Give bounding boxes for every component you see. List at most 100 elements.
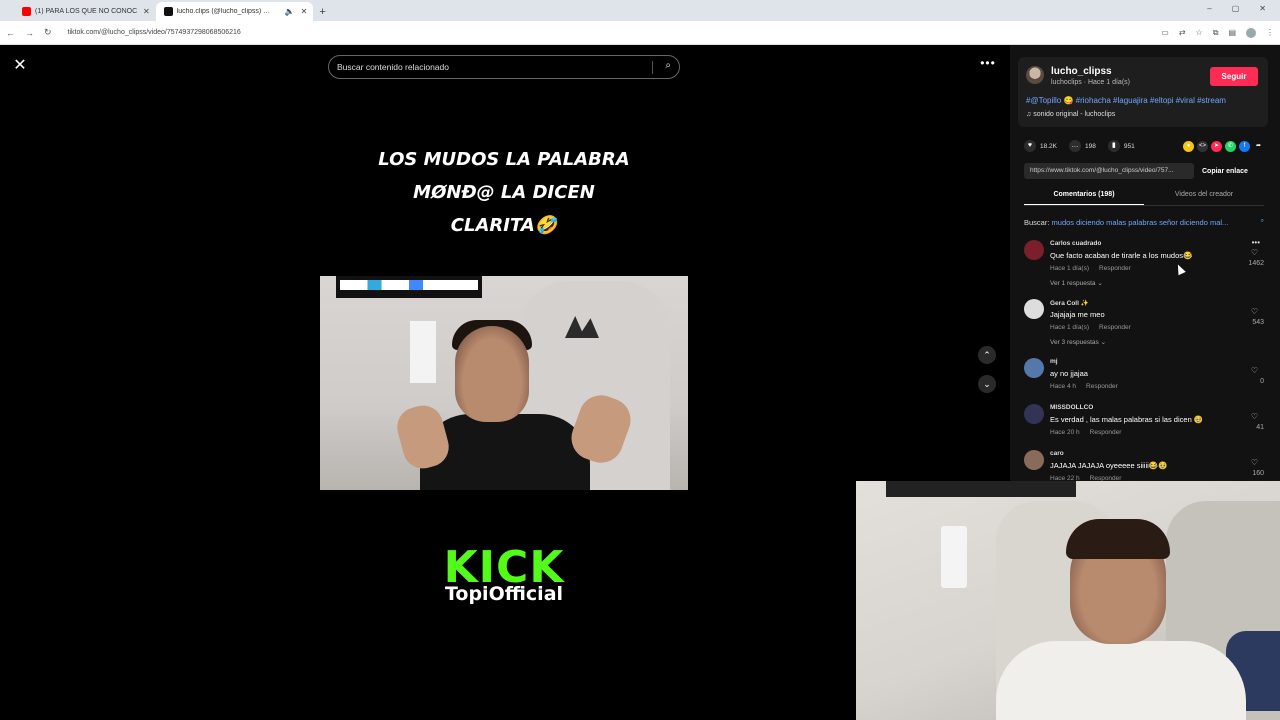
reply-button[interactable]: Responder <box>1099 265 1131 272</box>
window-controls: – ▢ ✕ <box>1193 0 1280 17</box>
video-player[interactable]: Buscar contenido relacionado ⌕ LOS MUDOS… <box>320 45 688 720</box>
comment-item: Gera Coll ✨ Jajajaja me meo Hace 1 día(s… <box>1024 299 1264 358</box>
comment-meta: Hace 1 día(s) Responder <box>1050 265 1131 272</box>
audio-icon[interactable]: 🔈 <box>285 7 295 16</box>
creator-username[interactable]: lucho_clipss <box>1051 66 1112 77</box>
comment-text: JAJAJA JAJAJA oyeeeee siiiii😂🥹 <box>1050 461 1168 470</box>
comment-time: Hace 20 h <box>1050 429 1080 436</box>
close-icon[interactable]: ✕ <box>10 56 30 76</box>
search-divider <box>652 61 653 74</box>
kick-username: TopiOfficial <box>444 583 564 605</box>
tab-tiktok[interactable]: lucho.clips (@lucho_clipss) … 🔈 ✕ <box>155 2 314 21</box>
person-head <box>455 326 529 422</box>
menu-icon[interactable]: ⋮ <box>1266 28 1274 38</box>
comment-author[interactable]: mj <box>1050 358 1058 365</box>
next-video-button[interactable]: ⌄ <box>978 375 996 393</box>
view-replies-button[interactable]: Ver 3 respuestas ⌄ <box>1050 338 1106 346</box>
comment-icon: … <box>1069 140 1081 152</box>
caption-line: CLARITA🤣 <box>450 215 558 236</box>
copy-link-button[interactable]: Copiar enlace <box>1202 168 1248 175</box>
kick-watermark: KICK TopiOfficial <box>320 545 688 606</box>
forward-icon[interactable]: → <box>25 28 34 38</box>
more-options-icon[interactable]: ••• <box>1252 238 1260 247</box>
avatar[interactable] <box>1024 450 1044 470</box>
follow-button[interactable]: Seguir <box>1210 67 1258 86</box>
tab-youtube[interactable]: (1) PARA LOS QUE NO CONOCE ✕ <box>14 2 156 21</box>
extensions-icon[interactable]: ⧉ <box>1213 28 1219 38</box>
post-hashtags[interactable]: #@Topillo 😋 #riohacha #laguajira #eltopi… <box>1026 96 1226 105</box>
minimize-icon[interactable]: – <box>1207 4 1211 13</box>
avatar[interactable] <box>1026 66 1044 84</box>
translate-icon[interactable]: ⇄ <box>1179 28 1186 38</box>
share-arrow-icon[interactable]: ➦ <box>1253 141 1264 152</box>
engagement-row: ♥ 18.2K … 198 ▮ 951 ● <> ➤ ✆ f ➦ <box>1024 140 1264 152</box>
previous-video-button[interactable]: ⌃ <box>978 346 996 364</box>
avatar[interactable] <box>1024 358 1044 378</box>
embed-icon[interactable]: <> <box>1197 140 1208 152</box>
tiktok-icon <box>163 7 173 16</box>
bookmark-star-icon[interactable]: ☆ <box>1196 28 1203 38</box>
reload-icon[interactable]: ↻ <box>44 27 52 38</box>
comment-stat[interactable]: … 198 <box>1069 140 1096 152</box>
whatsapp-icon[interactable]: ✆ <box>1225 140 1236 152</box>
reply-button[interactable]: Responder <box>1090 429 1122 436</box>
heart-icon[interactable]: ♡ <box>1251 412 1258 421</box>
avatar[interactable] <box>1024 299 1044 319</box>
sound-link[interactable]: ♫ sonido original - luchoclips <box>1026 111 1115 118</box>
heart-icon[interactable]: ♡ <box>1251 307 1258 316</box>
bookmark-icon: ▮ <box>1107 140 1120 152</box>
profile-avatar[interactable] <box>1246 27 1256 38</box>
reply-button[interactable]: Responder <box>1086 383 1118 390</box>
toolbar-icons: ▭ ⇄ ☆ ⧉ ▤ ⋮ <box>1161 27 1274 38</box>
heart-icon[interactable]: ♡ <box>1251 458 1258 467</box>
wall-shelf <box>410 321 436 383</box>
comment-text: Es verdad , las malas palabras si las di… <box>1050 415 1204 424</box>
comment-time: Hace 4 h <box>1050 383 1077 390</box>
avatar[interactable] <box>1024 404 1044 424</box>
comment-author[interactable]: Gera Coll ✨ <box>1050 299 1089 307</box>
comment-author[interactable]: MISSDOLLCO <box>1050 404 1093 411</box>
more-options-icon[interactable]: ••• <box>977 57 999 75</box>
like-stat[interactable]: ♥ 18.2K <box>1024 140 1057 152</box>
new-tab-button[interactable]: + <box>319 2 325 21</box>
heart-icon[interactable]: ♡ <box>1251 366 1258 375</box>
coin-icon[interactable]: ● <box>1183 140 1194 152</box>
comment-author[interactable]: Carlos cuadrado <box>1050 240 1101 247</box>
tab-strip: (1) PARA LOS QUE NO CONOCE ✕ lucho.clips… <box>0 0 1280 21</box>
view-replies-button[interactable]: Ver 1 respuesta ⌄ <box>1050 279 1103 287</box>
comment-time: Hace 1 día(s) <box>1050 265 1090 272</box>
cast-icon[interactable]: ▭ <box>1161 28 1169 38</box>
facebook-icon[interactable]: f <box>1239 140 1250 152</box>
reply-button[interactable]: Responder <box>1099 324 1131 331</box>
tab-comments[interactable]: Comentarios (198) <box>1024 187 1144 205</box>
video-frame <box>320 276 688 490</box>
tabs-divider <box>1024 205 1264 206</box>
comment-author[interactable]: caro <box>1050 450 1064 457</box>
sidebar-icon[interactable]: ▤ <box>1228 28 1236 38</box>
maximize-icon[interactable]: ▢ <box>1232 4 1240 13</box>
video-link-field[interactable]: https://www.tiktok.com/@lucho_clipss/vid… <box>1024 163 1194 179</box>
close-tab-icon[interactable]: ✕ <box>143 7 150 16</box>
search-icon[interactable]: ⌕ <box>1261 218 1264 225</box>
related-search-input[interactable]: Buscar contenido relacionado ⌕ <box>328 55 680 79</box>
comment-like-count: 0 <box>1260 378 1264 385</box>
person-hair <box>1066 519 1170 559</box>
close-tab-icon[interactable]: ✕ <box>301 7 308 16</box>
close-window-icon[interactable]: ✕ <box>1259 4 1266 13</box>
caption-line: LOS MUDOS LA PALABRA <box>378 149 630 170</box>
avatar[interactable] <box>1024 240 1044 260</box>
save-stat[interactable]: ▮ 951 <box>1107 140 1135 152</box>
tab-creator-videos[interactable]: Videos del creador <box>1144 187 1264 205</box>
search-icon[interactable]: ⌕ <box>665 60 671 71</box>
url-field[interactable]: tiktok.com/@lucho_clipss/video/757493729… <box>62 29 1152 36</box>
background-tv <box>886 481 1076 497</box>
comment-list: Carlos cuadrado Que facto acaban de tira… <box>1024 238 1264 490</box>
search-suggestion[interactable]: Buscar: mudos diciendo malas palabras se… <box>1024 218 1264 227</box>
search-query-link[interactable]: mudos diciendo malas palabras señor dici… <box>1052 218 1229 227</box>
caption-line: MØNĐ@ LA DICEN <box>413 182 595 203</box>
youtube-icon <box>22 7 31 16</box>
send-icon[interactable]: ➤ <box>1211 140 1222 152</box>
heart-icon[interactable]: ♡ <box>1251 248 1258 257</box>
comment-like-count: 160 <box>1252 470 1264 477</box>
back-icon[interactable]: ← <box>6 28 15 38</box>
